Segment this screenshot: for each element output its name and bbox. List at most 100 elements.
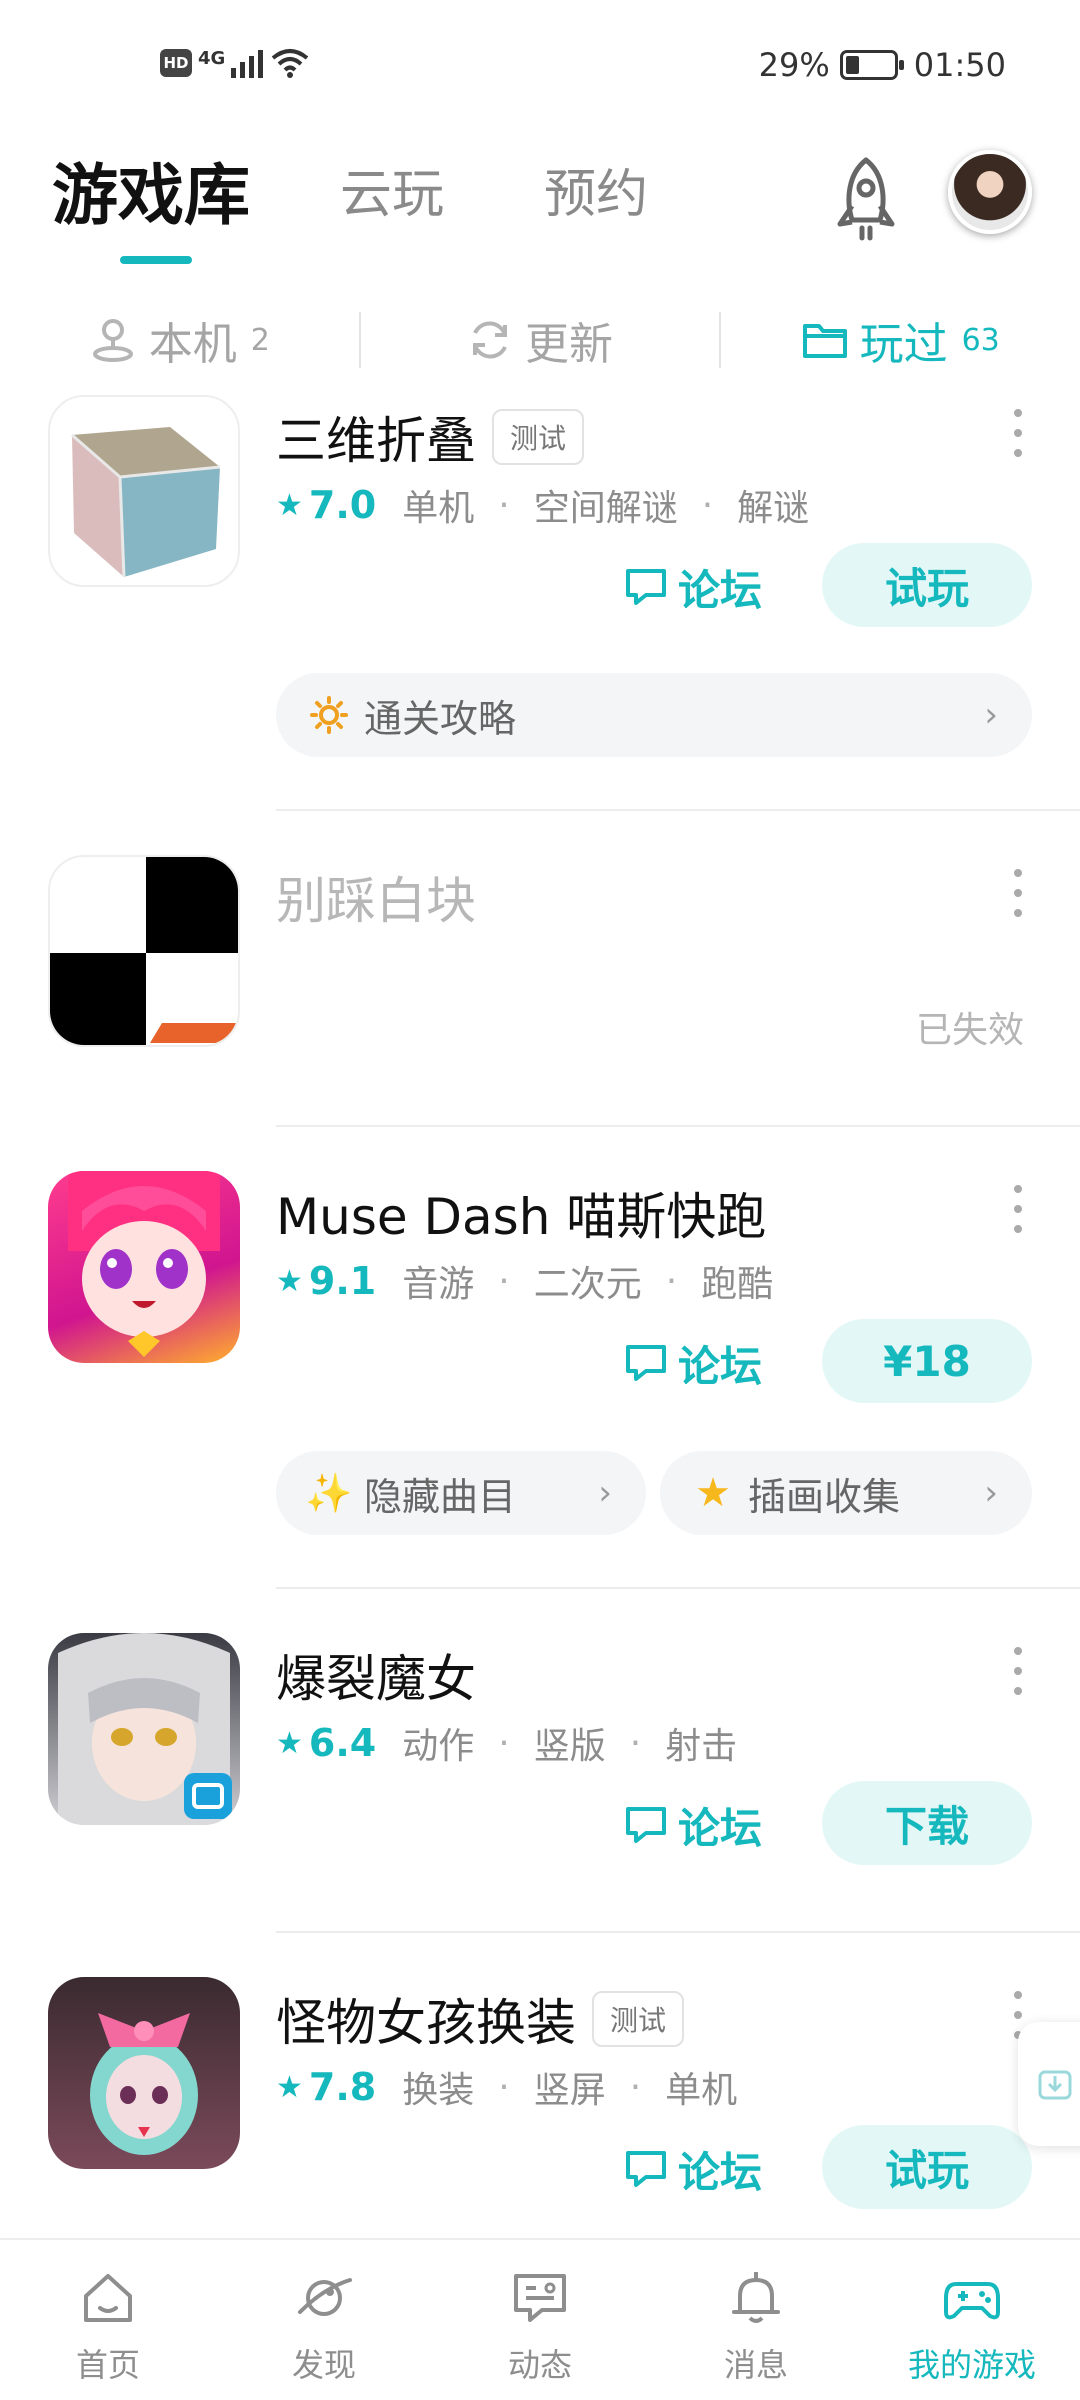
gamepad-icon: [944, 2282, 1000, 2320]
forum-label: 论坛: [678, 565, 763, 615]
more-options-icon[interactable]: [1012, 1647, 1024, 1695]
game-title[interactable]: 怪物女孩换装: [276, 1983, 576, 2055]
filter-update-label: 更新: [525, 319, 613, 370]
nav-label: 首页: [75, 2346, 140, 2384]
tag: 单机: [402, 488, 475, 529]
game-item[interactable]: 怪物女孩换装 测试 ★ 7.8 换装 · 竖屏 · 单机 论坛 试玩: [0, 1933, 1080, 2235]
nav-label: 消息: [723, 2346, 788, 2384]
forum-button[interactable]: 论坛: [624, 1331, 794, 1395]
nav-home[interactable]: 首页: [0, 2240, 216, 2400]
tag: 音游: [402, 1264, 475, 1305]
rocket-icon[interactable]: [826, 154, 906, 244]
folder-icon: [802, 324, 847, 358]
game-item[interactable]: 三维折叠 测试 ★ 7.0 单机 · 空间解谜 · 解谜 论坛 试玩 通关攻略 ›: [0, 395, 1080, 805]
tag-separator: ·: [629, 1722, 642, 1764]
tag: 竖屏: [533, 2070, 606, 2111]
filter-played-label: 玩过: [859, 319, 948, 370]
nav-label: 动态: [507, 2346, 572, 2384]
tab-reservation[interactable]: 预约: [544, 152, 648, 227]
game-item[interactable]: Muse Dash 喵斯快跑 ★ 9.1 音游 · 二次元 · 跑酷 论坛 ¥18…: [0, 1127, 1080, 1587]
rating: ★ 7.8: [276, 2065, 376, 2109]
filter-local-label: 本机: [148, 319, 237, 370]
forum-label: 论坛: [678, 1803, 763, 1853]
forum-button[interactable]: 论坛: [624, 555, 794, 619]
nav-my-games[interactable]: 我的游戏: [864, 2240, 1080, 2400]
tab-game-library[interactable]: 游戏库: [52, 142, 250, 238]
witch-girl-icon: [58, 1633, 232, 1825]
filter-row: 本机 2 更新 玩过 63: [0, 300, 1080, 380]
game-icon[interactable]: [48, 1977, 240, 2169]
chat-bubble-icon: [626, 2151, 666, 2187]
wifi-icon: [272, 49, 309, 78]
planet-icon: [298, 2278, 352, 2316]
nav-feed[interactable]: 动态: [432, 2240, 648, 2400]
tag: 跑酷: [701, 1264, 774, 1305]
try-play-button[interactable]: 试玩: [822, 543, 1032, 627]
game-icon[interactable]: [48, 1633, 240, 1825]
refresh-icon: [473, 321, 507, 359]
filter-local-count: 2: [250, 322, 270, 358]
filter-update[interactable]: 更新: [361, 300, 720, 380]
game-title[interactable]: 别踩白块: [276, 861, 476, 933]
nav-discover[interactable]: 发现: [216, 2240, 432, 2400]
tag-separator: ·: [665, 1260, 678, 1302]
download-button[interactable]: 下载: [822, 1781, 1032, 1865]
piano-tiles-icon: [50, 857, 238, 1045]
guide-label: 通关攻略: [364, 696, 517, 741]
guide-pill[interactable]: ★ 插画收集 ›: [660, 1451, 1032, 1535]
game-title-row: Muse Dash 喵斯快跑: [276, 1177, 766, 1249]
filter-local[interactable]: 本机 2: [0, 300, 359, 380]
game-meta: ★ 7.8 换装 · 竖屏 · 单机: [276, 2061, 737, 2113]
battery-icon: [839, 50, 904, 80]
tag-separator: ·: [498, 484, 510, 526]
tag: 射击: [665, 1726, 738, 1767]
chat-bubble-icon: [626, 1807, 666, 1843]
nav-messages[interactable]: 消息: [648, 2240, 864, 2400]
user-avatar[interactable]: [948, 150, 1032, 234]
guide-label: 隐藏曲目: [364, 1474, 517, 1519]
try-play-button[interactable]: 试玩: [822, 2125, 1032, 2209]
signal-icon: [231, 50, 264, 78]
forum-label: 论坛: [678, 2147, 763, 2197]
game-title[interactable]: Muse Dash 喵斯快跑: [276, 1177, 766, 1249]
guide-pill[interactable]: 通关攻略 ›: [276, 673, 1032, 757]
rating-value: 9.1: [308, 1259, 377, 1303]
filter-played-count: 63: [961, 322, 1000, 358]
status-right: 29% 01:50: [759, 46, 1006, 84]
game-icon[interactable]: [48, 855, 240, 1047]
forum-button[interactable]: 论坛: [624, 1793, 794, 1857]
forum-button[interactable]: 论坛: [624, 2137, 794, 2201]
battery-percent: 29%: [758, 46, 830, 84]
test-badge: 测试: [492, 409, 585, 465]
game-item[interactable]: 爆裂魔女 ★ 6.4 动作 · 竖版 · 射击 论坛 下载: [0, 1589, 1080, 1929]
tag: 解谜: [737, 488, 810, 529]
tab-cloud-play[interactable]: 云玩: [340, 152, 444, 227]
rating-value: 7.8: [308, 2065, 377, 2109]
more-options-icon[interactable]: [1012, 1185, 1024, 1233]
guide-pill[interactable]: ✨ 隐藏曲目 ›: [276, 1451, 646, 1535]
tag: 动作: [402, 1726, 475, 1767]
more-options-icon[interactable]: [1012, 869, 1024, 917]
chat-bubble-icon: [626, 1345, 666, 1381]
guide-label: 插画收集: [748, 1474, 901, 1519]
star-icon: ★: [276, 2069, 303, 2105]
hd-badge: HD: [160, 49, 192, 77]
game-item[interactable]: 别踩白块 已失效: [0, 811, 1080, 1125]
game-title-row: 怪物女孩换装 测试: [276, 1983, 685, 2055]
price-button[interactable]: ¥18: [822, 1319, 1032, 1403]
chevron-right-icon: ›: [984, 1473, 998, 1513]
game-icon[interactable]: [48, 1171, 240, 1363]
rating: ★ 7.0: [276, 483, 376, 527]
filter-played[interactable]: 玩过 63: [721, 300, 1080, 380]
tag: 空间解谜: [533, 488, 678, 529]
game-icon[interactable]: [48, 395, 240, 587]
game-title[interactable]: 三维折叠: [276, 401, 476, 473]
more-options-icon[interactable]: [1012, 409, 1024, 457]
status-bar: HD 4G 29% 01:50: [0, 0, 1080, 120]
star-icon: ★: [276, 487, 303, 523]
anime-girl-icon: [68, 1171, 220, 1357]
rating-value: 6.4: [308, 1721, 377, 1765]
floating-download-tab[interactable]: [1018, 2022, 1080, 2146]
tag: 换装: [402, 2070, 475, 2111]
game-title[interactable]: 爆裂魔女: [276, 1639, 476, 1711]
